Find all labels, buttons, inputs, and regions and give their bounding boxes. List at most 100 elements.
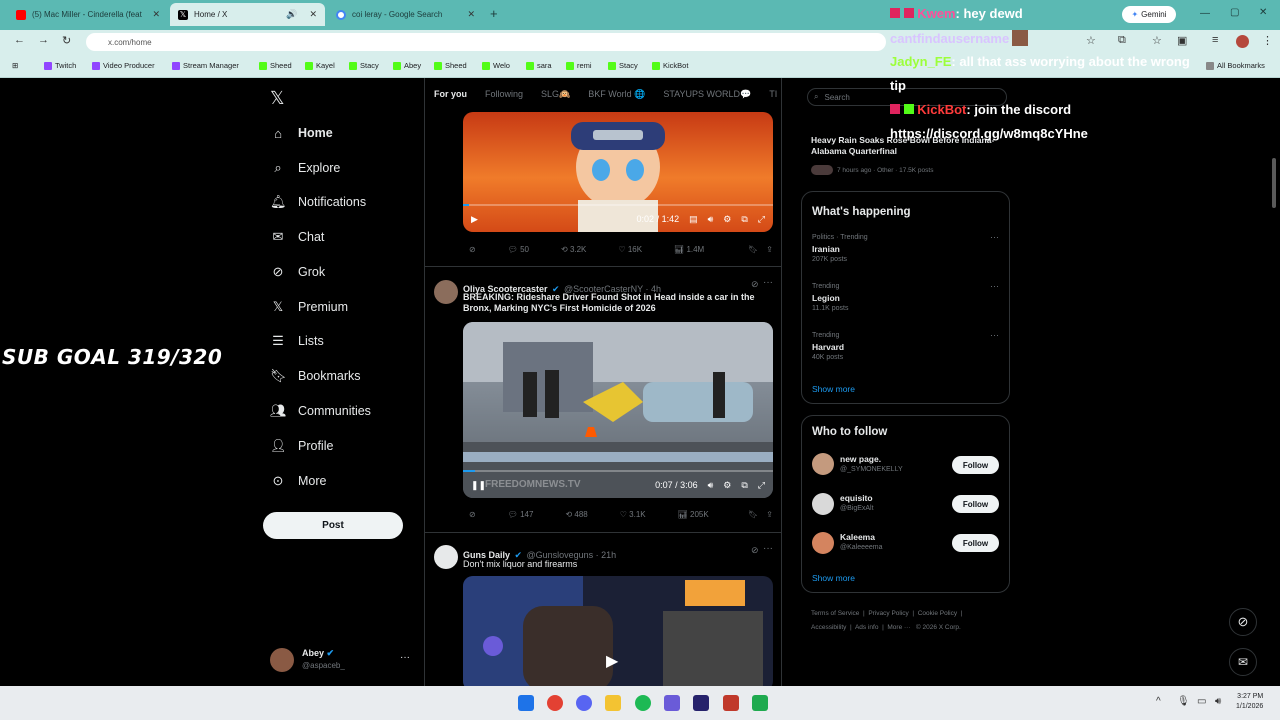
reply-button[interactable]: 💬︎ 147 — [508, 510, 534, 519]
tab-following[interactable]: Following — [476, 78, 532, 114]
back-icon[interactable]: ← — [14, 34, 25, 46]
pip-icon[interactable]: ⧉ — [741, 480, 747, 491]
scrollbar[interactable] — [1272, 158, 1276, 208]
media-control-icon[interactable]: ≡ — [1212, 34, 1218, 46]
more-dots-icon[interactable]: ··· — [990, 330, 999, 340]
trend-item[interactable]: Trending Harvard 40K posts — [812, 332, 844, 361]
chevron-up-icon[interactable]: ^ — [1156, 696, 1161, 707]
close-icon[interactable]: ✕ — [467, 9, 475, 20]
maximize-icon[interactable]: ▢ — [1230, 7, 1239, 18]
repost-button[interactable]: ⟲ 3.2K — [561, 245, 586, 254]
avatar[interactable] — [812, 532, 834, 554]
minimize-icon[interactable]: — — [1200, 8, 1210, 19]
play-icon[interactable]: ▶ — [471, 214, 478, 225]
grok-icon[interactable]: ⊘ — [751, 545, 759, 556]
grok-float-icon[interactable]: ⊘ — [1229, 608, 1257, 636]
repost-button[interactable]: ⟲ 488 — [565, 510, 587, 519]
window-close-icon[interactable]: ✕ — [1259, 7, 1267, 18]
app-icon[interactable] — [723, 695, 739, 711]
star-icon[interactable]: ☆ — [1086, 34, 1096, 47]
bookmark-item[interactable]: Abey — [393, 61, 421, 70]
like-button[interactable]: ♡ 3.1K — [620, 510, 646, 519]
extension-icon[interactable]: ⧉ — [1118, 34, 1126, 47]
tab-stayups-world[interactable]: STAYUPS WORLD💬 — [654, 78, 760, 114]
share-icon[interactable]: ⇪ — [766, 510, 773, 519]
follow-button[interactable]: Follow — [952, 534, 999, 552]
follow-button[interactable]: Follow — [952, 495, 999, 513]
grok-icon[interactable]: ⊘ — [469, 245, 476, 254]
suggested-user[interactable]: new page. @_SYMONEKELLY — [840, 454, 903, 473]
clock[interactable]: 3:27 PM 1/1/2026 — [1236, 692, 1263, 712]
tab-bkf-world[interactable]: BKF World 🌐 — [579, 78, 654, 114]
bookmark-item[interactable]: Sheed — [259, 61, 292, 70]
footer-link[interactable]: Privacy Policy — [868, 610, 908, 617]
chrome-icon[interactable] — [547, 695, 563, 711]
apps-icon[interactable]: ⊞ — [12, 61, 18, 70]
more-dots-icon[interactable]: ··· — [400, 652, 410, 663]
fullscreen-icon[interactable]: ⤢ — [758, 214, 765, 225]
account-name[interactable]: Abey ✔ — [302, 648, 334, 659]
avatar[interactable] — [434, 545, 458, 569]
show-more-link[interactable]: Show more — [812, 384, 855, 394]
show-more-link[interactable]: Show more — [812, 573, 855, 583]
volume-icon[interactable]: 🔊︎ — [1215, 696, 1221, 707]
avatar[interactable] — [434, 280, 458, 304]
x-logo-icon[interactable]: 𝕏 — [270, 88, 285, 109]
bookmark-item[interactable]: Stacy — [349, 61, 379, 70]
sidebar-item-grok[interactable]: ⊘ Grok — [270, 260, 326, 284]
browser-tab-youtube[interactable]: (5) Mac Miller - Cinderella (feat ✕ — [8, 3, 168, 26]
tab-more[interactable]: TI — [760, 78, 786, 114]
sidebar-item-chat[interactable]: ✉ Chat — [270, 225, 325, 249]
bookmark-star-icon[interactable]: ☆ — [1152, 34, 1162, 47]
browser-tab-x[interactable]: 𝕏 Home / X 🔊 ✕ — [170, 3, 325, 26]
bookmark-icon[interactable]: 🔖︎ — [748, 510, 758, 519]
reload-icon[interactable]: ↻ — [62, 34, 71, 47]
app-icon[interactable] — [664, 695, 680, 711]
messages-icon[interactable]: ✉ — [1229, 648, 1257, 676]
sidebar-item-notifications[interactable]: 🔔︎ Notifications — [270, 190, 366, 214]
sidebar-item-bookmarks[interactable]: 🔖︎ Bookmarks — [270, 364, 361, 388]
avatar[interactable] — [812, 493, 834, 515]
close-icon[interactable]: ✕ — [152, 9, 160, 20]
tab-slg[interactable]: SLG🙉 — [532, 78, 579, 114]
settings-icon[interactable]: ⚙ — [723, 214, 731, 225]
close-icon[interactable]: ✕ — [309, 9, 317, 20]
avatar[interactable] — [270, 648, 294, 672]
more-dots-icon[interactable]: ··· — [763, 277, 773, 288]
bookmark-item[interactable]: remi — [566, 61, 592, 70]
more-dots-icon[interactable]: ··· — [990, 232, 999, 242]
sidebar-item-lists[interactable]: ☰ Lists — [270, 329, 324, 353]
sidebar-item-home[interactable]: ⌂ Home — [270, 121, 333, 145]
video-player[interactable]: FREEDOMNEWS.TV ❚❚ 0:07 / 3:06 🔊︎ ⚙ ⧉ ⤢ — [463, 322, 773, 498]
more-dots-icon[interactable]: ··· — [990, 281, 999, 291]
bookmark-item[interactable]: KickBot — [652, 61, 688, 70]
video-player[interactable]: ▶ 0:02 / 1:42 ▤ 🔊︎ ⚙ ⧉ ⤢ — [463, 112, 773, 232]
like-button[interactable]: ♡ 16K — [618, 245, 642, 254]
menu-icon[interactable]: ⋮ — [1262, 34, 1273, 47]
bookmark-item[interactable]: Welo — [482, 61, 510, 70]
settings-icon[interactable]: ⚙ — [723, 480, 731, 491]
volume-icon[interactable]: 🔊︎ — [708, 480, 714, 491]
video-player[interactable]: ▶ — [463, 576, 773, 686]
suggested-user[interactable]: Kaleema @Kaleeeema — [840, 532, 883, 551]
follow-button[interactable]: Follow — [952, 456, 999, 474]
more-dots-icon[interactable]: ··· — [763, 543, 773, 554]
folder-icon[interactable] — [605, 695, 621, 711]
bookmark-item[interactable]: sara — [526, 61, 552, 70]
views-button[interactable]: 📊︎ 1.4M — [674, 245, 704, 254]
browser-tab-google[interactable]: coi leray - Google Search ✕ — [328, 3, 483, 26]
mic-icon[interactable]: 🎙︎ — [1177, 696, 1190, 707]
sidebar-item-explore[interactable]: ⌕ Explore — [270, 156, 340, 180]
footer-link[interactable]: Terms of Service — [811, 610, 859, 617]
suggested-user[interactable]: equisito @BigExAlt — [840, 493, 874, 512]
windows-start-icon[interactable] — [518, 695, 534, 711]
address-bar[interactable]: x.com/home — [86, 33, 886, 51]
share-icon[interactable]: ⇪ — [766, 245, 773, 254]
all-bookmarks[interactable]: All Bookmarks — [1206, 61, 1265, 70]
grok-icon[interactable]: ⊘ — [469, 510, 476, 519]
bookmark-item[interactable]: Sheed — [434, 61, 467, 70]
tab-for-you[interactable]: For you — [425, 78, 476, 114]
discord-icon[interactable] — [576, 695, 592, 711]
bookmark-item[interactable]: Twitch — [44, 61, 76, 70]
bookmark-item[interactable]: Stacy — [608, 61, 638, 70]
